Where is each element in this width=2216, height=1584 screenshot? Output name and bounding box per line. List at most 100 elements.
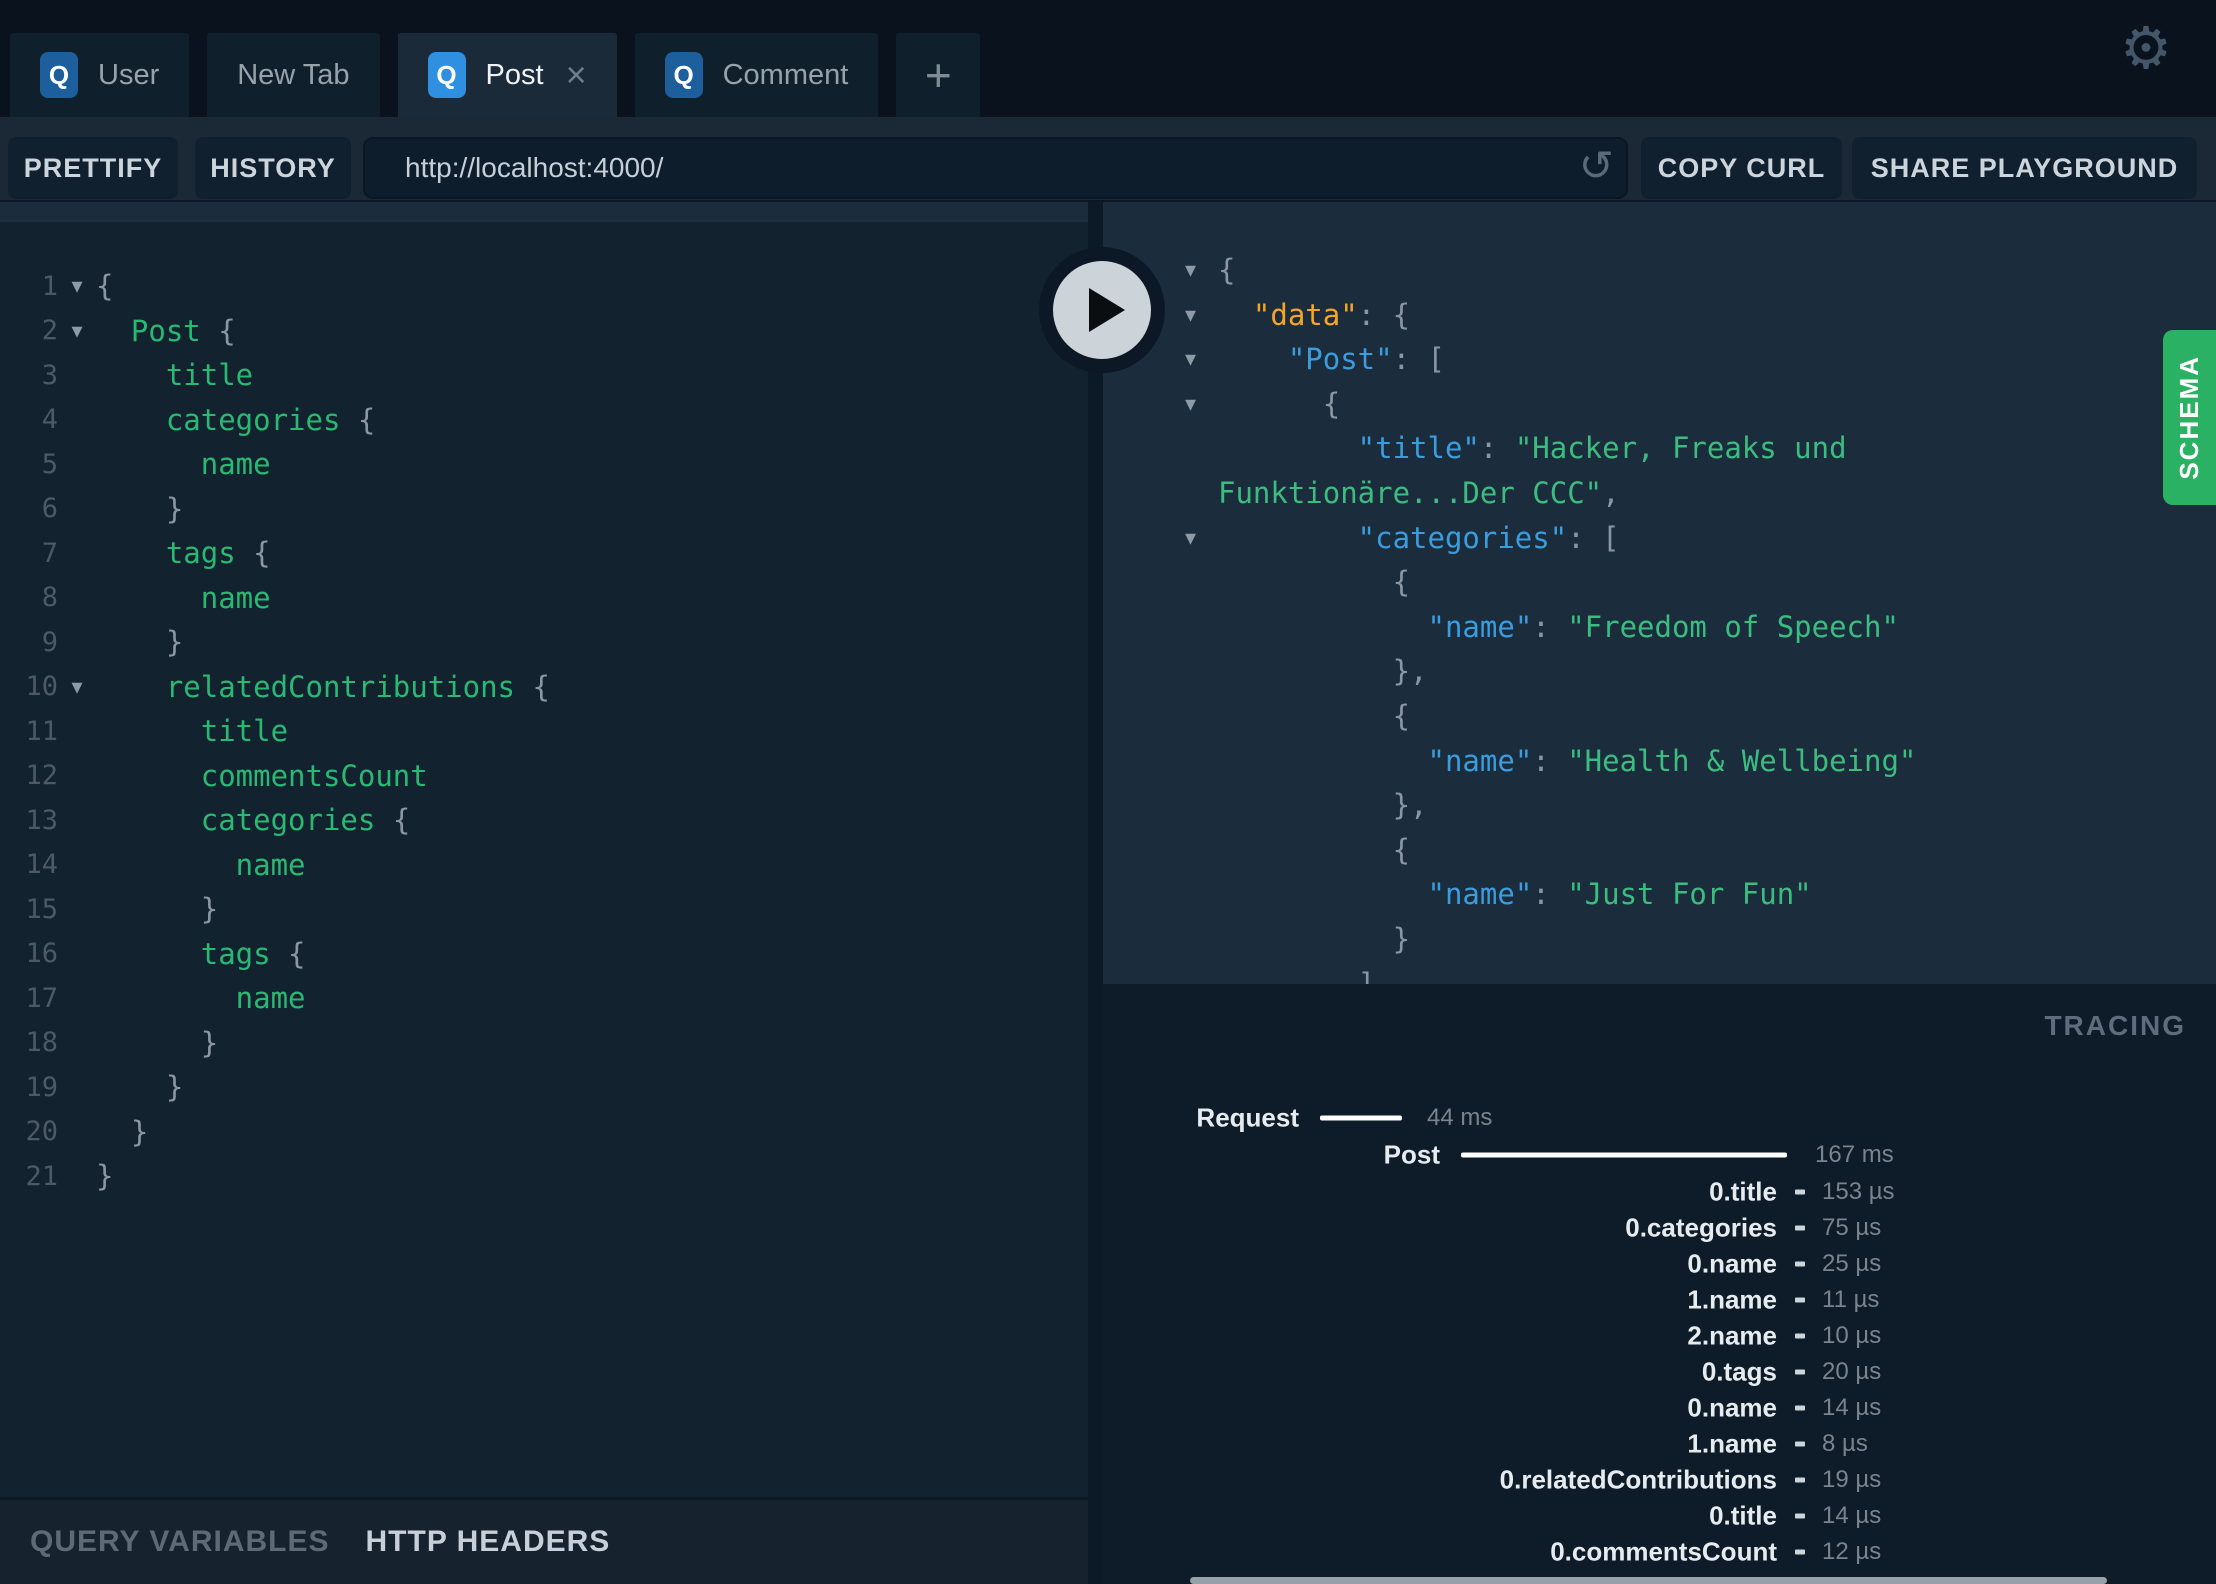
response-line: "title": "Hacker, Freaks und <box>1103 426 2216 471</box>
tracing-duration-dash <box>1795 1225 1805 1231</box>
response-line: "name": "Just For Fun" <box>1103 872 2216 917</box>
fold-arrow-icon[interactable]: ▾ <box>1185 302 1196 328</box>
tracing-row-value: 10 µs <box>1822 1322 1882 1349</box>
response-line: Funktionäre...Der CCC", <box>1103 471 2216 516</box>
fold-arrow-icon[interactable]: ▾ <box>58 273 96 299</box>
query-line: 5 name <box>0 442 1088 487</box>
code-text: "name": "Just For Fun" <box>1427 877 1812 912</box>
tracing-row-label: 1.name <box>1687 1284 1777 1315</box>
new-tab-button[interactable]: + <box>896 33 981 117</box>
query-line: 21} <box>0 1154 1088 1199</box>
tracing-row-label: 0.title <box>1709 1500 1777 1531</box>
line-number: 18 <box>25 1027 58 1059</box>
share-playground-button[interactable]: SHARE PLAYGROUND <box>1852 137 2197 199</box>
fold-arrow-icon[interactable]: ▾ <box>58 674 96 700</box>
prettify-button[interactable]: PRETTIFY <box>8 137 178 199</box>
query-line: 4 categories { <box>0 398 1088 443</box>
fold-arrow-icon[interactable]: ▾ <box>1185 257 1196 283</box>
pane-divider[interactable] <box>1088 202 1103 1584</box>
line-number: 1 <box>41 270 58 302</box>
tracing-duration-bar <box>1320 1115 1402 1121</box>
line-number: 2 <box>41 315 58 347</box>
tracing-row-value: 75 µs <box>1822 1214 1882 1241</box>
toolbar: PRETTIFY HISTORY ↺ COPY CURL SHARE PLAYG… <box>0 117 2216 202</box>
bottom-tabs: QUERY VARIABLES HTTP HEADERS <box>0 1497 1088 1584</box>
query-editor-lines: 1 ▾{2 ▾ Post {3 title 4 categories {5 name 6} 7 ta… <box>0 264 1088 1199</box>
line-number: 6 <box>41 493 58 525</box>
line-number: 5 <box>41 448 58 480</box>
fold-arrow-icon[interactable]: ▾ <box>1185 391 1196 417</box>
tracing-duration-bar <box>1461 1152 1787 1158</box>
endpoint-url-input[interactable] <box>363 137 1628 199</box>
tracing-toggle[interactable]: TRACING <box>2044 1010 2186 1042</box>
tab-post[interactable]: Q Post × <box>397 33 617 117</box>
execute-query-button[interactable] <box>1039 247 1165 373</box>
query-line: 10 ▾ relatedContributions { <box>0 665 1088 710</box>
line-number: 15 <box>25 893 58 925</box>
tracing-row-label: 2.name <box>1687 1320 1777 1351</box>
line-number: 9 <box>41 626 58 658</box>
line-number: 7 <box>41 537 58 569</box>
tracing-duration-dash <box>1795 1405 1805 1411</box>
query-line: 13 categories { <box>0 798 1088 843</box>
tab-label: New Tab <box>237 58 350 91</box>
response-line: ▾{ <box>1103 248 2216 293</box>
tracing-row-value: 20 µs <box>1822 1358 1882 1385</box>
code-text: { <box>1322 386 1341 421</box>
tab-new-tab[interactable]: New Tab <box>207 33 380 117</box>
tracing-row-label: Request <box>1196 1102 1299 1133</box>
fold-arrow-icon[interactable]: ▾ <box>58 318 96 344</box>
code-text: Post { <box>130 313 236 348</box>
query-line: 19} <box>0 1065 1088 1110</box>
schema-tab-button[interactable]: SCHEMA <box>2163 330 2216 505</box>
response-line: ] <box>1103 962 2216 985</box>
line-number: 10 <box>25 671 58 703</box>
tracing-horizontal-scrollbar[interactable] <box>1190 1577 2107 1584</box>
fold-arrow-icon[interactable]: ▾ <box>1185 525 1196 551</box>
tracing-row: 0.title 153 µs <box>1103 1176 2216 1207</box>
tracing-row-value: 44 ms <box>1427 1104 1493 1131</box>
reload-icon[interactable]: ↺ <box>1579 142 1614 189</box>
code-text: categories { <box>165 402 376 437</box>
code-text: } <box>200 1025 219 1060</box>
response-line: { <box>1103 560 2216 605</box>
tracing-row-value: 19 µs <box>1822 1466 1882 1493</box>
history-button[interactable]: HISTORY <box>195 137 351 199</box>
response-line: ▾ "Post": [ <box>1103 337 2216 382</box>
tracing-row-label: 0.categories <box>1625 1212 1777 1243</box>
tab-comment[interactable]: Q Comment <box>634 33 879 117</box>
tab-user[interactable]: Q User <box>10 33 190 117</box>
settings-gear-icon[interactable]: ⚙ <box>2120 20 2172 78</box>
line-number: 16 <box>25 938 58 970</box>
tab-label: User <box>98 58 160 91</box>
tracing-duration-dash <box>1795 1261 1805 1267</box>
line-number: 3 <box>41 359 58 391</box>
copy-curl-button[interactable]: COPY CURL <box>1641 137 1842 199</box>
tab-label: Comment <box>722 58 849 91</box>
query-editor[interactable]: 1 ▾{2 ▾ Post {3 title 4 categories {5 name 6} 7 ta… <box>0 222 1088 1497</box>
tab-http-headers[interactable]: HTTP HEADERS <box>366 1525 611 1559</box>
response-pane: ▾{▾ "data": {▾ "Post": [▾{"title": "Hacker… <box>1103 202 2216 984</box>
line-number: 21 <box>25 1160 58 1192</box>
code-text: title <box>165 358 254 393</box>
query-line: 3 title <box>0 353 1088 398</box>
tracing-row-label: 0.title <box>1709 1176 1777 1207</box>
code-text: tags { <box>165 536 271 571</box>
query-line: 11 title <box>0 709 1088 754</box>
code-text: } <box>165 1070 184 1105</box>
tracing-row: 0.title 14 µs <box>1103 1500 2216 1531</box>
query-line: 9} <box>0 620 1088 665</box>
code-text: "name": "Freedom of Speech" <box>1427 609 1899 644</box>
response-line: ▾{ <box>1103 382 2216 427</box>
tracing-row: 0.relatedContributions 19 µs <box>1103 1465 2216 1495</box>
query-line: 18} <box>0 1021 1088 1066</box>
line-number: 20 <box>25 1116 58 1148</box>
graphql-playground: Q User New Tab Q Post × Q Comment + ⚙ PRETTIFY H… <box>0 0 2216 1584</box>
code-text: } <box>165 491 184 526</box>
close-icon[interactable]: × <box>566 57 587 93</box>
query-line: 6} <box>0 487 1088 532</box>
pane-area: 1 ▾{2 ▾ Post {3 title 4 categories {5 name 6} 7 ta… <box>0 202 2216 1584</box>
fold-arrow-icon[interactable]: ▾ <box>1185 346 1196 372</box>
tracing-row-value: 14 µs <box>1822 1502 1882 1529</box>
tab-query-variables[interactable]: QUERY VARIABLES <box>30 1525 330 1559</box>
